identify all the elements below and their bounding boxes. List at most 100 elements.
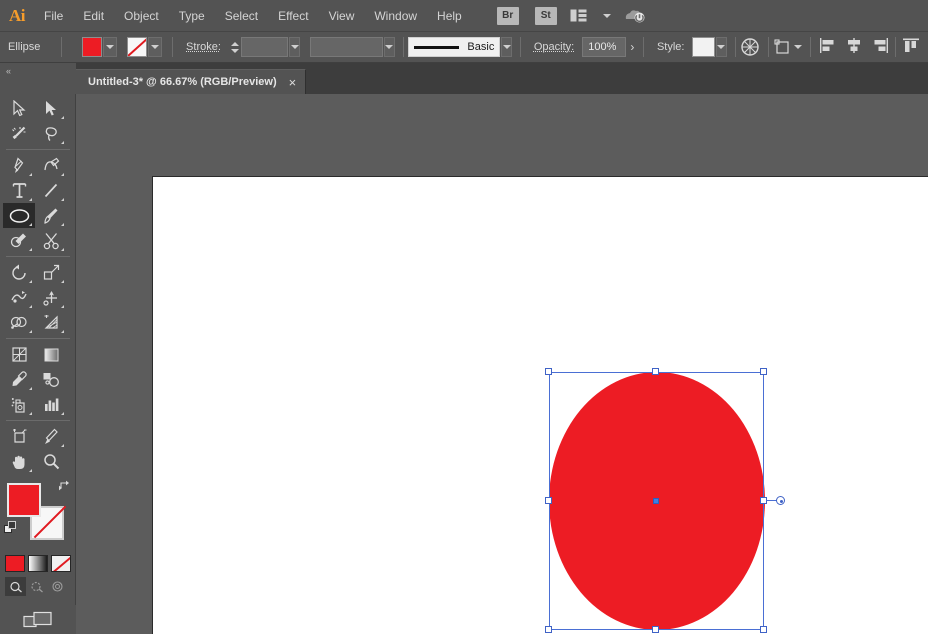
width-warp-tool[interactable] [3, 285, 35, 310]
column-graph-tool[interactable] [35, 392, 67, 417]
fill-swatch[interactable] [7, 483, 41, 517]
flyout-indicator-icon [61, 330, 64, 333]
opacity-options-icon[interactable]: › [626, 40, 638, 54]
divider [895, 37, 896, 57]
stroke-profile-dropdown-icon[interactable] [384, 37, 395, 57]
scale-tool[interactable] [35, 260, 67, 285]
curvature-tool[interactable] [35, 153, 67, 178]
magic-wand-tool[interactable] [3, 121, 35, 146]
line-segment-tool[interactable] [35, 178, 67, 203]
opacity-label[interactable]: Opacity: [526, 41, 582, 53]
handle-top-left[interactable] [545, 368, 552, 375]
canvas-area[interactable] [76, 94, 928, 634]
perspective-grid-tool[interactable] [35, 310, 67, 335]
flyout-indicator-icon [29, 387, 32, 390]
flyout-indicator-icon [61, 444, 64, 447]
handle-bottom-left[interactable] [545, 626, 552, 633]
shape-builder-tool[interactable] [3, 310, 35, 335]
handle-top-right[interactable] [760, 368, 767, 375]
stroke-weight-dropdown-icon[interactable] [289, 37, 300, 57]
shape-center-point [653, 498, 659, 504]
paintbrush-tool[interactable] [35, 203, 67, 228]
stroke-dropdown-icon[interactable] [148, 37, 162, 57]
eyedropper-tool[interactable] [3, 367, 35, 392]
mesh-tool[interactable] [3, 342, 35, 367]
swap-fill-stroke-icon[interactable] [58, 479, 72, 494]
hand-tool[interactable] [3, 449, 35, 474]
draw-normal-icon[interactable] [5, 577, 26, 596]
direct-selection-tool[interactable] [35, 96, 67, 121]
menu-item-effect[interactable]: Effect [268, 0, 318, 32]
bridge-icon[interactable]: Br [497, 7, 519, 25]
gradient-tool[interactable] [35, 342, 67, 367]
flyout-indicator-icon [61, 248, 64, 251]
selection-tool[interactable] [3, 96, 35, 121]
divider [735, 37, 736, 57]
flyout-indicator-icon [61, 173, 64, 176]
transform-icon[interactable] [773, 35, 793, 59]
style-label: Style: [649, 41, 693, 53]
artboard-tool[interactable] [3, 424, 35, 449]
menu-item-help[interactable]: Help [427, 0, 472, 32]
ellipse-tool[interactable] [3, 203, 35, 228]
transform-dropdown-icon[interactable] [793, 35, 803, 59]
align-right-icon[interactable] [871, 37, 889, 57]
align-horizontal-center-icon[interactable] [845, 37, 863, 57]
brush-dropdown-icon[interactable] [501, 37, 512, 57]
rotation-handle-icon[interactable] [776, 496, 785, 505]
stroke-color-swatch[interactable] [127, 37, 147, 57]
color-icon[interactable] [5, 555, 25, 572]
opacity-input[interactable]: 100% [582, 37, 626, 57]
stroke-weight-label[interactable]: Stroke: [178, 41, 229, 53]
distribute-icon[interactable] [902, 37, 920, 57]
tool-divider [6, 256, 70, 257]
menu-item-view[interactable]: View [319, 0, 365, 32]
style-dropdown-icon[interactable] [716, 37, 727, 57]
shaper-pencil-tool[interactable] [3, 228, 35, 253]
stroke-profile-select[interactable] [310, 37, 383, 57]
rotate-tool[interactable] [3, 260, 35, 285]
menu-item-select[interactable]: Select [215, 0, 268, 32]
flyout-indicator-icon [61, 141, 64, 144]
stroke-weight-input[interactable] [241, 37, 288, 57]
graphic-style-swatch[interactable] [692, 37, 715, 57]
cloud-sync-icon[interactable] [622, 4, 648, 28]
collapse-panel-icon[interactable]: « [0, 63, 76, 94]
stock-icon[interactable]: St [535, 7, 557, 25]
scissors-tool[interactable] [35, 228, 67, 253]
default-fill-stroke-icon[interactable] [4, 521, 18, 540]
menu-item-edit[interactable]: Edit [73, 0, 114, 32]
zoom-tool[interactable] [35, 449, 67, 474]
artboard[interactable] [152, 176, 928, 634]
menu-item-file[interactable]: File [34, 0, 73, 32]
handle-bottom-right[interactable] [760, 626, 767, 633]
draw-inside-icon[interactable] [47, 577, 68, 596]
stroke-weight-stepper[interactable] [231, 37, 239, 57]
fill-dropdown-icon[interactable] [103, 37, 117, 57]
handle-middle-left[interactable] [545, 497, 552, 504]
pen-tool[interactable] [3, 153, 35, 178]
draw-behind-icon[interactable] [26, 577, 47, 596]
blend-tool[interactable] [35, 367, 67, 392]
lasso-tool[interactable] [35, 121, 67, 146]
chevron-down-icon[interactable] [594, 4, 620, 28]
handle-bottom-center[interactable] [652, 626, 659, 633]
change-screen-mode-icon[interactable] [23, 610, 53, 634]
handle-top-center[interactable] [652, 368, 659, 375]
close-icon[interactable]: × [289, 75, 297, 90]
slice-tool[interactable] [35, 424, 67, 449]
none-icon[interactable] [51, 555, 71, 572]
recolor-artwork-icon[interactable] [741, 35, 760, 59]
arrange-documents-icon[interactable] [566, 4, 592, 28]
free-transform-tool[interactable] [35, 285, 67, 310]
type-tool[interactable] [3, 178, 35, 203]
document-tab[interactable]: Untitled-3* @ 66.67% (RGB/Preview) × [76, 69, 306, 94]
symbol-sprayer-tool[interactable] [3, 392, 35, 417]
menu-item-type[interactable]: Type [169, 0, 215, 32]
align-left-icon[interactable] [819, 37, 837, 57]
menu-item-object[interactable]: Object [114, 0, 169, 32]
fill-color-swatch[interactable] [82, 37, 102, 57]
menu-item-window[interactable]: Window [364, 0, 427, 32]
gradient-icon[interactable] [28, 555, 48, 572]
brush-definition-select[interactable]: Basic [408, 37, 500, 57]
